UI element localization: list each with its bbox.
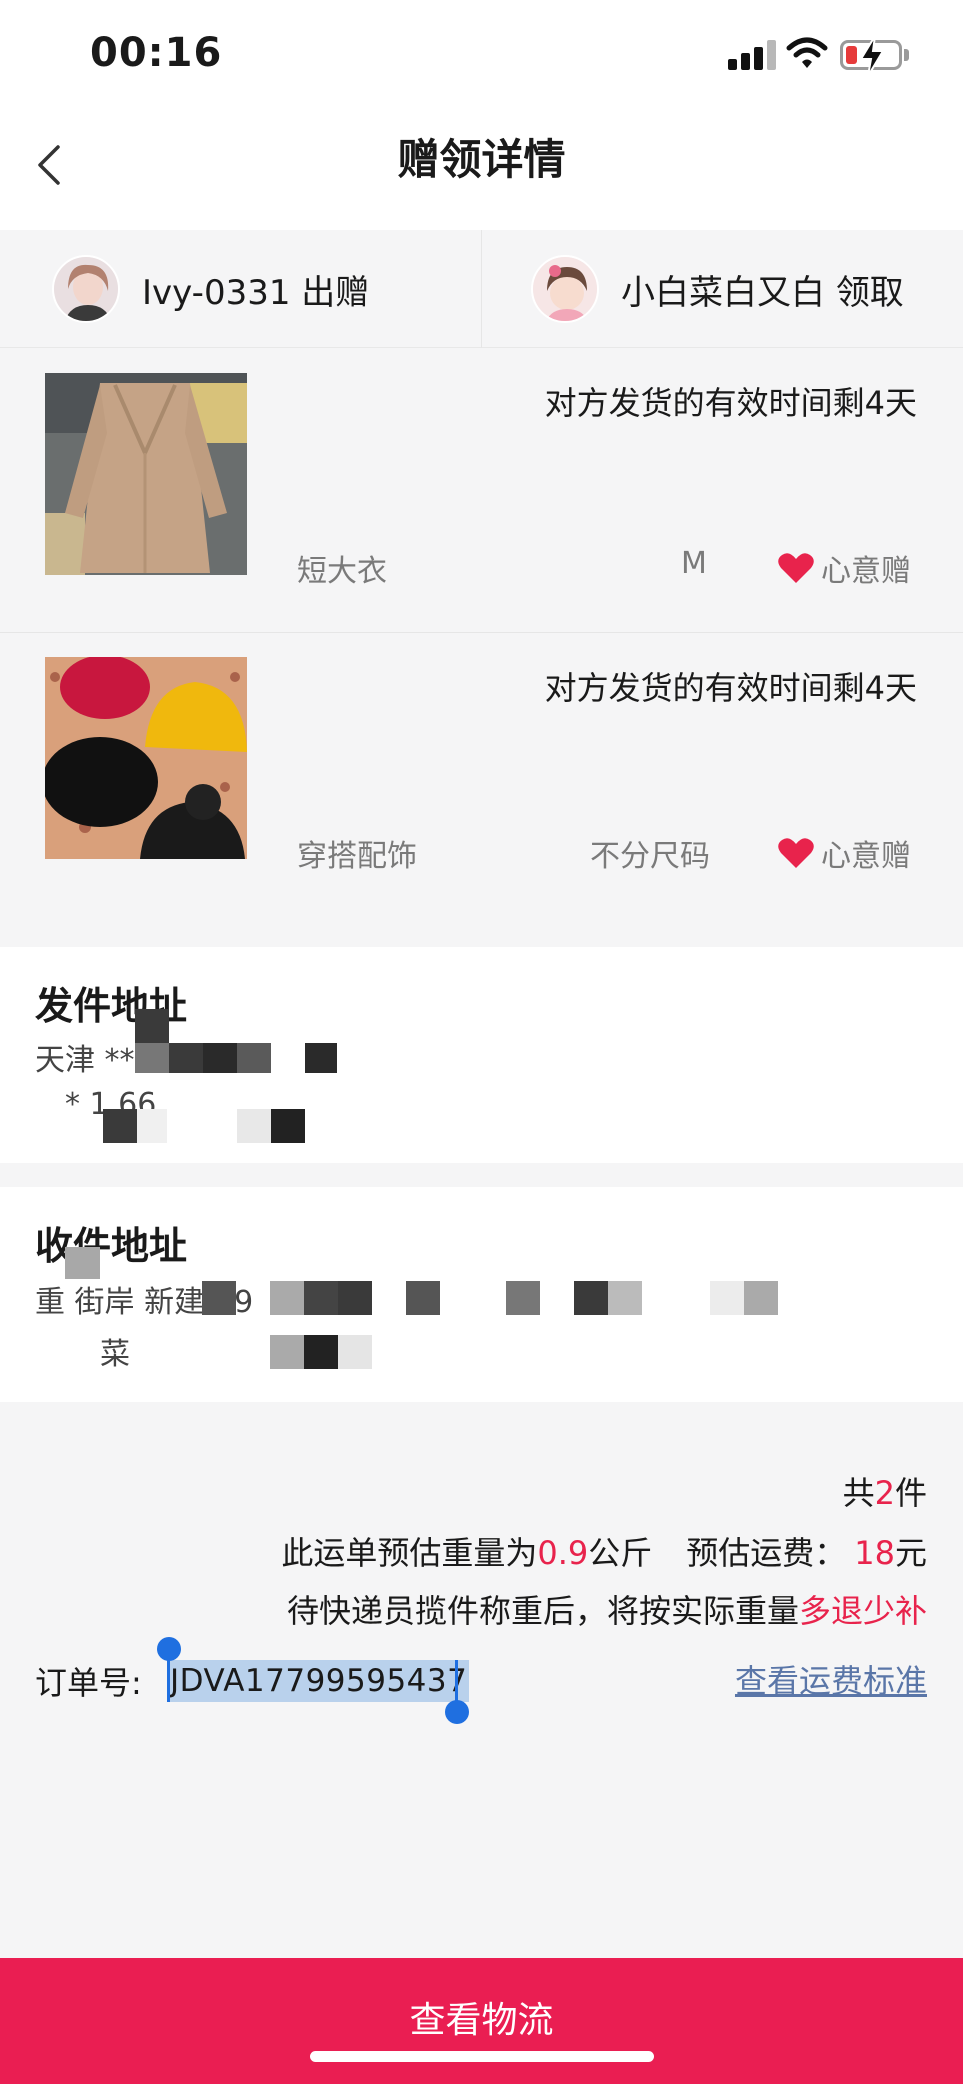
item-count: 共2件 — [843, 1468, 927, 1514]
item-category: 穿搭配饰 — [297, 839, 417, 874]
privacy-mosaic — [65, 1247, 785, 1387]
gift-tag-label: 心意赠 — [821, 839, 911, 874]
shipping-deadline: 对方发货的有效时间剩4天 — [544, 669, 917, 707]
page-title: 赠领详情 — [397, 135, 566, 184]
item-thumbnail — [45, 657, 247, 859]
party-divider — [481, 230, 482, 348]
weight-notice: 待快递员揽件称重后，将按实际重量多退少补 — [287, 1586, 927, 1632]
nav-header: 赠领详情 — [0, 100, 963, 230]
count-prefix: 共 — [842, 1474, 875, 1512]
giver-avatar — [52, 255, 120, 323]
sender-address-section: 发件地址 天津 ** *** * 1 66 — [0, 947, 963, 1163]
giver-name: Ivy-0331 — [142, 272, 291, 313]
signal-icon — [728, 40, 776, 70]
receiver-name: 小白菜白又白 — [621, 272, 825, 313]
receiver-action: 领取 — [835, 272, 904, 313]
giver-info[interactable]: Ivy-0331 出赠 — [52, 230, 369, 348]
selection-cursor-start — [167, 1650, 170, 1702]
parties-row: Ivy-0331 出赠 小白菜白又白 领取 — [0, 230, 963, 348]
privacy-mosaic — [103, 1009, 345, 1143]
receiver-info[interactable]: 小白菜白又白 领取 — [531, 230, 904, 348]
giver-label: Ivy-0331 出赠 — [142, 265, 369, 314]
receiver-avatar — [531, 255, 599, 323]
item-size: 不分尺码 — [590, 839, 710, 874]
weight-unit: 公斤 — [588, 1534, 653, 1572]
count-value: 2 — [874, 1474, 895, 1512]
weight-fee-line: 此运单预估重量为0.9公斤 预估运费： 18元 — [281, 1528, 927, 1574]
notice-text: 待快递员揽件称重后，将按实际重量 — [286, 1592, 799, 1630]
fee-value: 18 — [854, 1534, 895, 1572]
fee-unit: 元 — [894, 1534, 927, 1572]
view-logistics-button[interactable]: 查看物流 — [0, 1958, 963, 2084]
shipping-fee-standard-link[interactable]: 查看运费标准 — [735, 1656, 927, 1702]
gift-tag: 心意赠 — [777, 831, 911, 875]
giver-action: 出赠 — [301, 272, 370, 313]
gift-tag-label: 心意赠 — [821, 554, 911, 589]
notice-highlight: 多退少补 — [798, 1592, 927, 1630]
weight-prefix: 此运单预估重量为 — [281, 1534, 538, 1572]
receiver-address-section: 收件地址 重 街岸 新建街9 菜 — [0, 1187, 963, 1402]
heart-icon — [778, 838, 814, 868]
home-indicator — [310, 2051, 654, 2062]
wifi-icon — [786, 37, 828, 68]
receiver-label: 小白菜白又白 领取 — [621, 265, 904, 314]
list-item[interactable]: 对方发货的有效时间剩4天 穿搭配饰 不分尺码 心意赠 — [0, 633, 963, 917]
order-number[interactable]: JDVA17799595437 — [168, 1660, 470, 1702]
fee-prefix: 预估运费： — [686, 1534, 847, 1572]
list-item[interactable]: 对方发货的有效时间剩4天 短大衣 M 心意赠 — [0, 348, 963, 632]
battery-nub — [904, 49, 909, 61]
charging-bolt-icon — [859, 35, 885, 77]
item-category: 短大衣 — [297, 554, 387, 589]
shipping-deadline: 对方发货的有效时间剩4天 — [544, 384, 917, 422]
status-time: 00:16 — [90, 30, 223, 76]
heart-icon — [778, 553, 814, 583]
gift-tag: 心意赠 — [777, 546, 911, 590]
status-bar: 00:16 — [0, 0, 963, 100]
order-number-label: 订单号: — [35, 1664, 142, 1702]
count-suffix: 件 — [894, 1474, 927, 1512]
item-size: M — [681, 546, 707, 581]
selection-handle-end[interactable] — [445, 1700, 469, 1724]
item-thumbnail — [45, 373, 247, 575]
weight-value: 0.9 — [537, 1534, 589, 1572]
